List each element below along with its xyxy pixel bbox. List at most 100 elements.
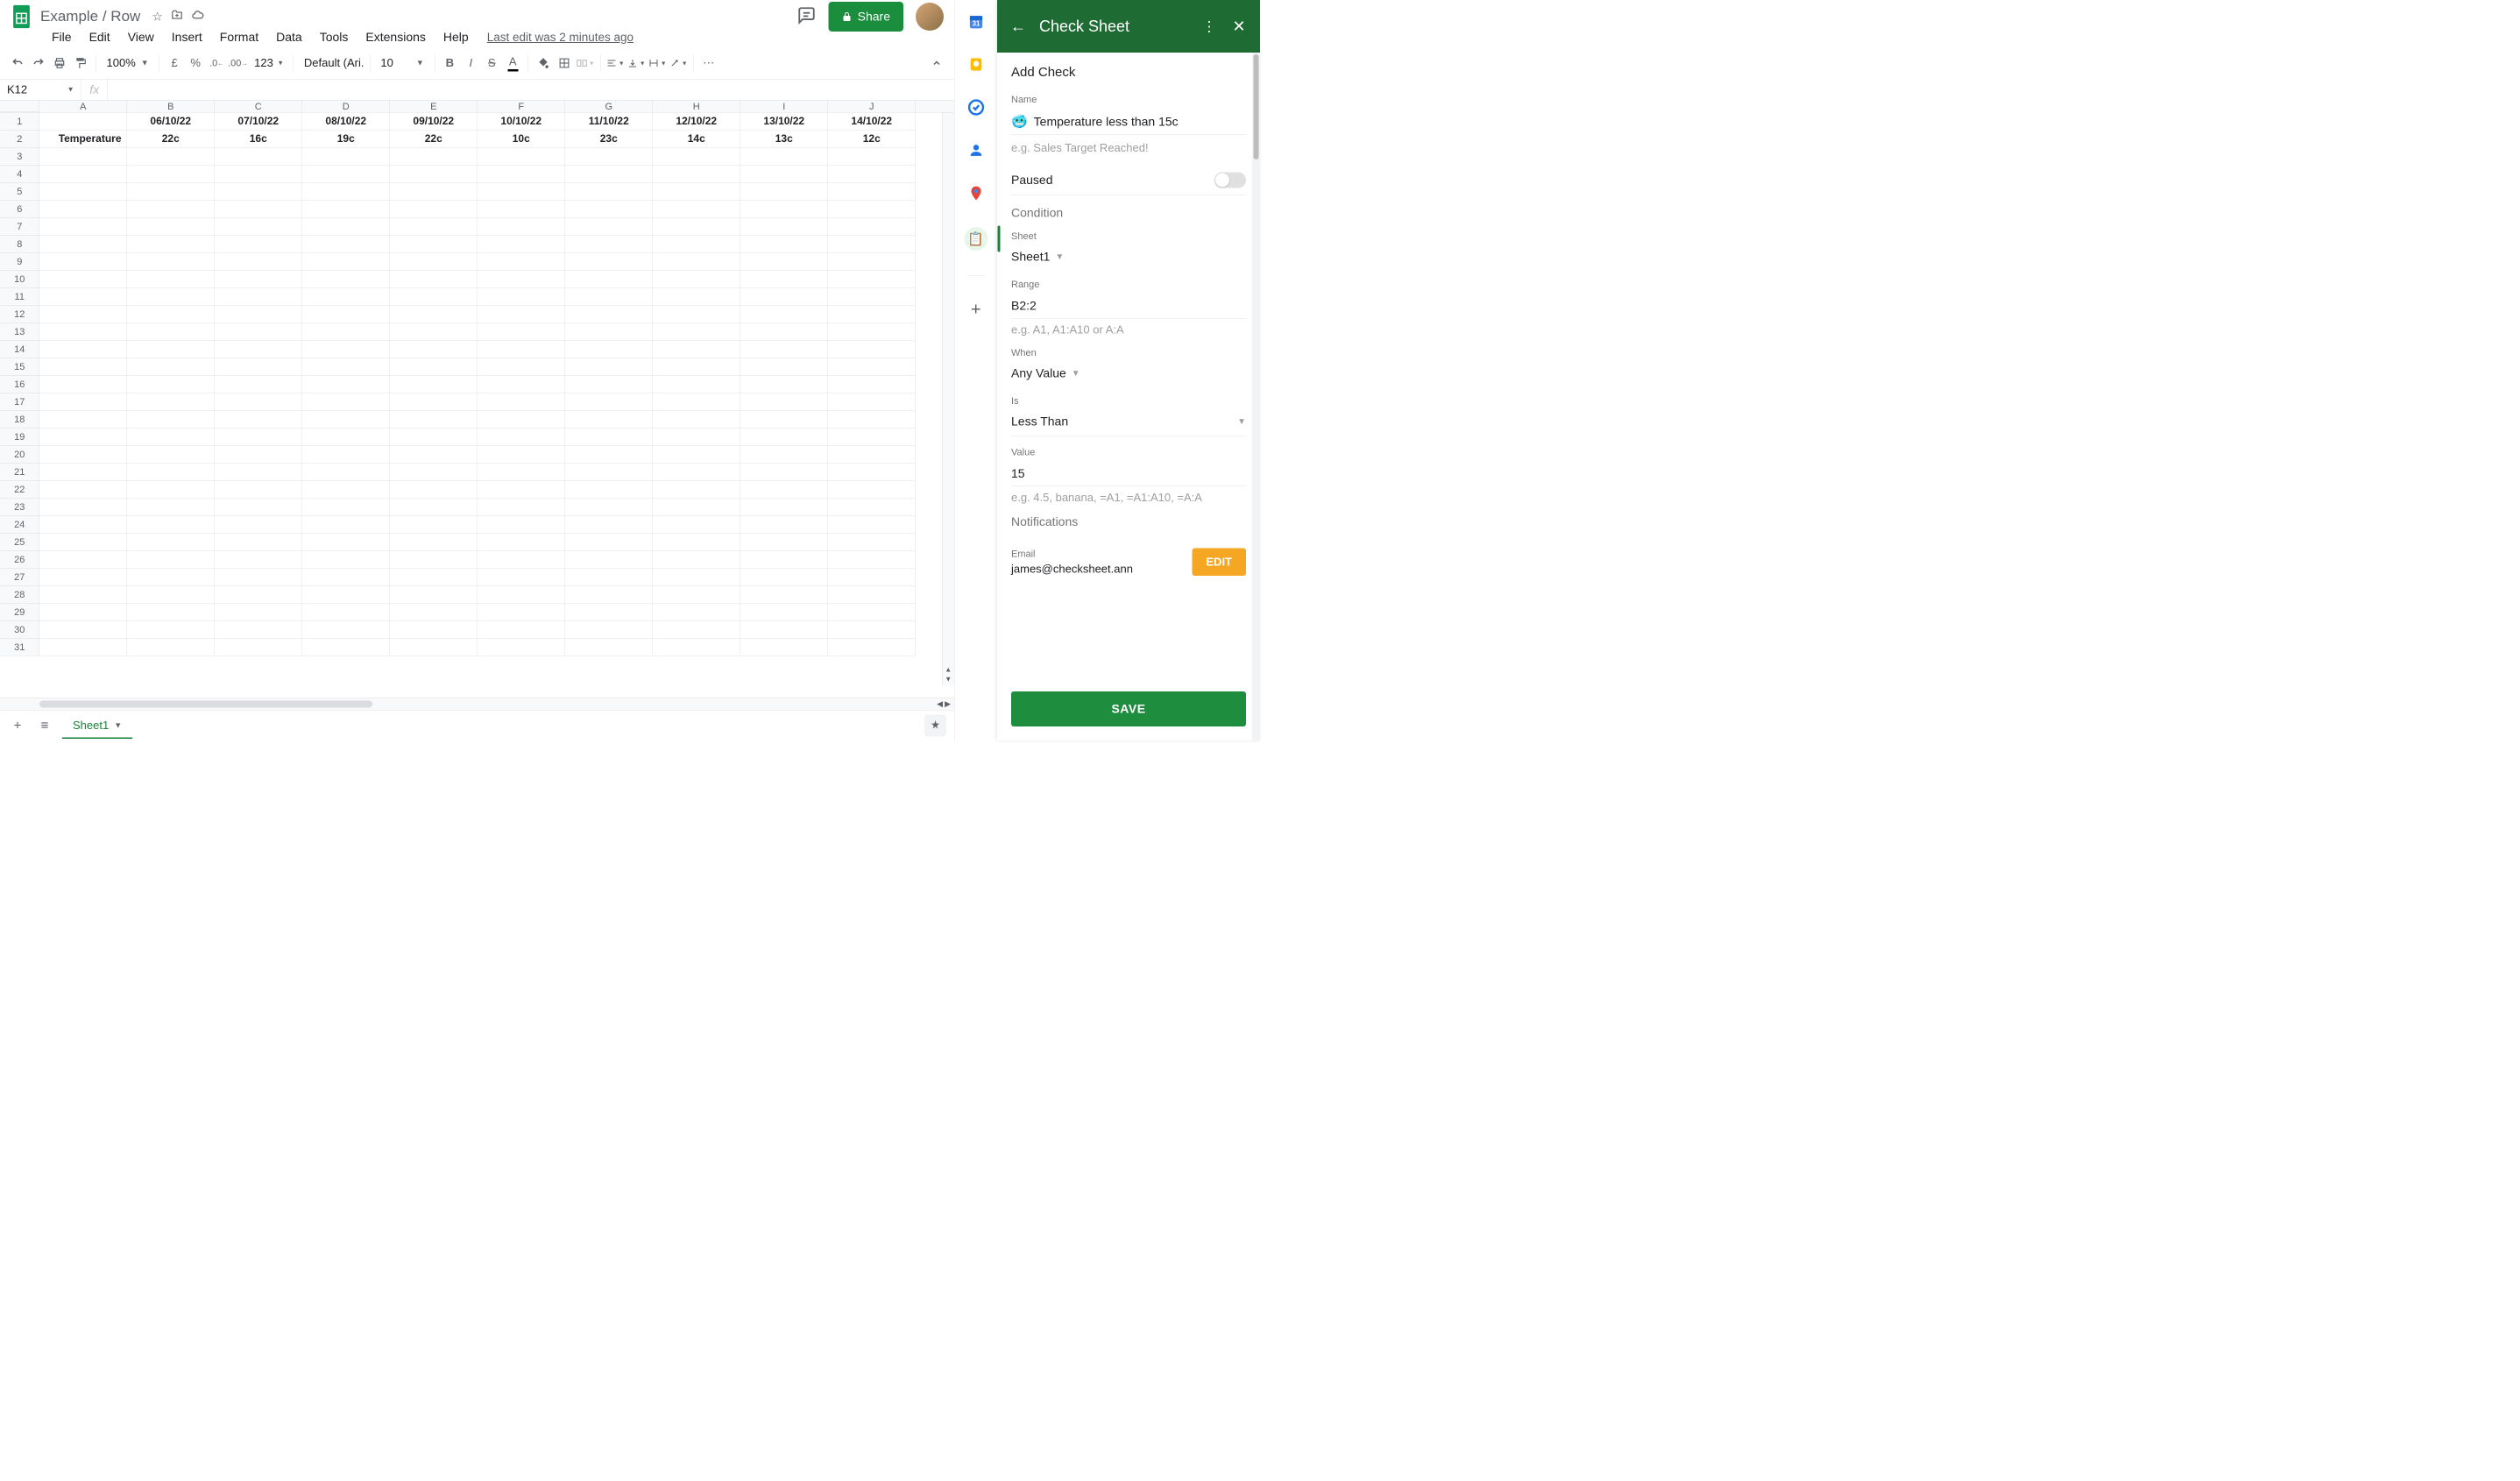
cell[interactable] bbox=[478, 516, 565, 534]
cell[interactable] bbox=[302, 569, 390, 586]
cell[interactable] bbox=[215, 534, 302, 551]
cell[interactable] bbox=[302, 621, 390, 639]
cell[interactable] bbox=[740, 166, 828, 183]
print-icon[interactable] bbox=[50, 53, 69, 73]
cell[interactable] bbox=[828, 166, 916, 183]
cell[interactable] bbox=[39, 639, 127, 656]
cell[interactable] bbox=[215, 499, 302, 516]
currency-format[interactable]: £ bbox=[165, 53, 184, 73]
cell[interactable]: 12c bbox=[828, 131, 916, 148]
cell[interactable] bbox=[390, 481, 478, 499]
cell[interactable] bbox=[127, 411, 215, 429]
cell[interactable] bbox=[565, 323, 653, 341]
cell[interactable] bbox=[740, 183, 828, 201]
row-header[interactable]: 11 bbox=[0, 288, 39, 306]
menu-insert[interactable]: Insert bbox=[164, 28, 210, 47]
avatar[interactable] bbox=[916, 3, 944, 31]
cell[interactable] bbox=[565, 446, 653, 464]
cell[interactable] bbox=[390, 429, 478, 446]
cell[interactable] bbox=[828, 499, 916, 516]
cell[interactable] bbox=[390, 569, 478, 586]
cell[interactable] bbox=[390, 236, 478, 253]
decrease-decimal[interactable]: .0← bbox=[207, 53, 226, 73]
cell[interactable] bbox=[390, 306, 478, 323]
row-header[interactable]: 26 bbox=[0, 551, 39, 569]
cell[interactable] bbox=[565, 288, 653, 306]
text-wrap-icon[interactable]: ▼ bbox=[648, 53, 667, 73]
menu-edit[interactable]: Edit bbox=[81, 28, 118, 47]
cell[interactable] bbox=[127, 323, 215, 341]
cell[interactable]: 19c bbox=[302, 131, 390, 148]
cell[interactable] bbox=[478, 183, 565, 201]
last-edit-link[interactable]: Last edit was 2 minutes ago bbox=[487, 31, 634, 45]
cell[interactable] bbox=[828, 481, 916, 499]
cell[interactable] bbox=[390, 621, 478, 639]
row-header[interactable]: 4 bbox=[0, 166, 39, 183]
cell[interactable] bbox=[565, 604, 653, 621]
cell[interactable] bbox=[302, 201, 390, 218]
cell[interactable] bbox=[653, 148, 740, 166]
cell[interactable] bbox=[302, 306, 390, 323]
cell[interactable] bbox=[39, 166, 127, 183]
redo-icon[interactable] bbox=[29, 53, 48, 73]
cell[interactable] bbox=[478, 464, 565, 481]
text-color-icon[interactable]: A bbox=[503, 53, 522, 73]
sheet-select[interactable]: Sheet1▼ bbox=[1011, 245, 1246, 268]
cell[interactable] bbox=[302, 358, 390, 376]
cell[interactable] bbox=[39, 621, 127, 639]
merge-cells-icon[interactable]: ▼ bbox=[576, 53, 595, 73]
cell[interactable] bbox=[215, 323, 302, 341]
cell[interactable] bbox=[215, 586, 302, 604]
cell[interactable] bbox=[390, 376, 478, 393]
cell[interactable] bbox=[653, 429, 740, 446]
cell[interactable] bbox=[653, 271, 740, 288]
cell[interactable] bbox=[653, 358, 740, 376]
comments-icon[interactable] bbox=[797, 6, 817, 28]
cell[interactable] bbox=[39, 236, 127, 253]
cell[interactable] bbox=[565, 621, 653, 639]
row-header[interactable]: 13 bbox=[0, 323, 39, 341]
cell[interactable] bbox=[39, 148, 127, 166]
cell[interactable] bbox=[478, 499, 565, 516]
cell[interactable] bbox=[39, 569, 127, 586]
cell[interactable] bbox=[39, 411, 127, 429]
borders-icon[interactable] bbox=[555, 53, 574, 73]
cell[interactable]: 08/10/22 bbox=[302, 113, 390, 131]
cell[interactable] bbox=[390, 516, 478, 534]
cell[interactable] bbox=[39, 429, 127, 446]
cell[interactable] bbox=[302, 166, 390, 183]
cell[interactable] bbox=[653, 306, 740, 323]
cell[interactable] bbox=[390, 218, 478, 236]
cell[interactable] bbox=[828, 253, 916, 271]
cell[interactable] bbox=[565, 516, 653, 534]
cell[interactable] bbox=[478, 534, 565, 551]
column-header[interactable]: D bbox=[302, 101, 390, 113]
cell[interactable] bbox=[302, 446, 390, 464]
cell[interactable] bbox=[39, 183, 127, 201]
number-format[interactable]: 123▾ bbox=[249, 56, 287, 70]
cell[interactable]: 09/10/22 bbox=[390, 113, 478, 131]
cell[interactable] bbox=[215, 621, 302, 639]
is-select[interactable]: Less Than▼ bbox=[1011, 410, 1246, 436]
cell[interactable] bbox=[127, 236, 215, 253]
row-header[interactable]: 23 bbox=[0, 499, 39, 516]
cell[interactable] bbox=[215, 253, 302, 271]
cell[interactable] bbox=[565, 306, 653, 323]
cell[interactable] bbox=[565, 236, 653, 253]
italic-icon[interactable]: I bbox=[461, 53, 480, 73]
vertical-align-icon[interactable]: ▼ bbox=[626, 53, 646, 73]
cell[interactable] bbox=[828, 236, 916, 253]
cell[interactable] bbox=[478, 358, 565, 376]
cell[interactable]: 07/10/22 bbox=[215, 113, 302, 131]
cell[interactable] bbox=[653, 393, 740, 411]
cell[interactable] bbox=[302, 604, 390, 621]
cell[interactable] bbox=[740, 464, 828, 481]
cell[interactable] bbox=[215, 639, 302, 656]
cell[interactable] bbox=[39, 376, 127, 393]
cell[interactable] bbox=[215, 446, 302, 464]
cell[interactable] bbox=[127, 446, 215, 464]
bold-icon[interactable]: B bbox=[440, 53, 459, 73]
cell[interactable] bbox=[565, 551, 653, 569]
cell[interactable] bbox=[39, 586, 127, 604]
cell[interactable] bbox=[302, 341, 390, 358]
